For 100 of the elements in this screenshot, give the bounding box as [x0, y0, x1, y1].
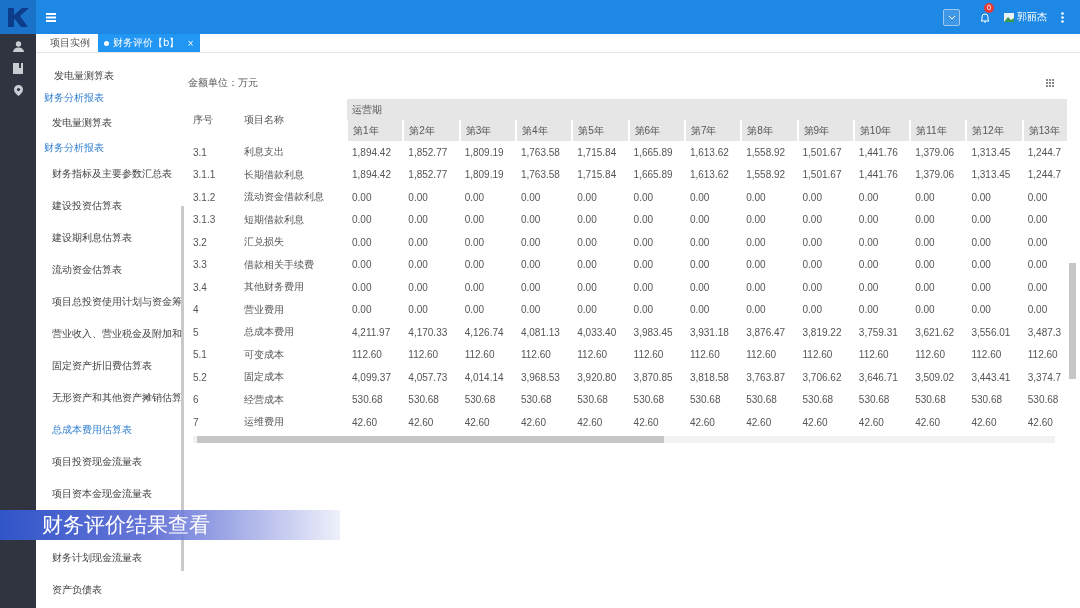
table-cell-text: 4,211.97 [351, 325, 392, 340]
table-cell-text: 0.00 [632, 258, 655, 273]
column-header: 第13年 [1022, 120, 1067, 141]
logo-icon [0, 0, 36, 34]
sidebar-item[interactable]: 资产负债表 [36, 580, 102, 600]
sidebar-item[interactable]: 财务计划现金流量表 [36, 548, 142, 568]
table-cell-text: 1,665.89 [632, 168, 674, 183]
table-cell-text: 0.00 [632, 303, 655, 318]
table-cell-text: 530.68 [1026, 393, 1060, 408]
table-cell-text: 112.60 [632, 348, 665, 363]
table-cell-text: 42.60 [519, 415, 547, 430]
sidebar-item[interactable]: 营业收入、营业税金及附加和 [36, 324, 182, 344]
column-header: 第5年 [572, 120, 629, 141]
table-cell-text: 短期借款利息 [243, 212, 305, 227]
table-cell-text: 0.00 [519, 280, 542, 295]
table-cell: 1,809.19 [459, 141, 516, 164]
table-cell-text: 3,443.41 [970, 370, 1012, 385]
sidebar-item[interactable]: 固定资产折旧费估算表 [36, 356, 152, 376]
dropdown-button[interactable] [943, 8, 960, 26]
table-cell-text: 3.2 [192, 235, 208, 250]
table-cell-text: 0.00 [688, 190, 711, 205]
table-cell-text: 0.00 [970, 303, 992, 318]
table-cell-text: 1,763.58 [519, 168, 561, 183]
table-cell-text: 0.00 [857, 235, 880, 250]
section-header[interactable]: 财务分析报表 [36, 138, 104, 158]
table-cell-text: 4 [192, 303, 200, 318]
table-cell-text: 3,920.80 [576, 370, 618, 385]
table-cell-text: 0.00 [351, 213, 373, 228]
user-icon[interactable] [12, 41, 24, 52]
column-header: 第3年 [459, 120, 516, 141]
table-cell: 1,313.45 [966, 141, 1023, 164]
table-cell: 1,894.42 [347, 141, 404, 164]
table-cell-text: 0.00 [519, 258, 542, 273]
bell-icon[interactable] [980, 11, 990, 23]
table-cell: 1,379.06 [910, 141, 967, 164]
table-cell: 1,558.92 [741, 141, 798, 164]
sidebar-item[interactable]: 项目投资现金流量表 [36, 452, 142, 472]
sidebar-item[interactable]: 项目总投资使用计划与资金筹 [36, 292, 182, 312]
table-cell-text: 0.00 [463, 303, 486, 318]
column-header: 第11年 [910, 120, 967, 141]
column-header: 第12年 [966, 120, 1023, 141]
table-cell-text: 经营成本 [243, 392, 285, 407]
table-cell-text: 4,057.73 [407, 370, 449, 385]
location-icon[interactable] [13, 85, 23, 96]
table-cell: 1,613.62 [684, 141, 742, 164]
table-cell-text: 0.00 [745, 213, 767, 228]
sidebar-item[interactable]: 总成本费用估算表 [36, 420, 132, 440]
table-cell-text: 0.00 [407, 235, 429, 250]
grid-menu-icon[interactable] [1046, 79, 1054, 87]
table-cell-text: 5.1 [192, 348, 208, 363]
horizontal-scrollbar[interactable] [193, 435, 1055, 443]
table-cell-text: 3,931.18 [688, 325, 730, 340]
table-cell-text: 0.00 [632, 235, 655, 250]
sidebar-item[interactable]: 财务指标及主要参数汇总表 [36, 164, 172, 184]
table-cell-text: 42.60 [576, 415, 604, 430]
table-cell-text: 运维费用 [243, 415, 285, 430]
table-cell-text: 42.60 [407, 415, 435, 430]
table-cell-text: 1,313.45 [970, 168, 1012, 183]
sidebar-item[interactable]: 项目资本金现金流量表 [36, 484, 152, 504]
table-cell: 1,665.89 [628, 141, 685, 164]
table-cell-text: 3.1 [192, 145, 208, 160]
table-cell-text: 0.00 [463, 235, 486, 250]
book-icon[interactable] [13, 63, 23, 74]
unit-label: 金额单位：万元 [188, 76, 258, 90]
table-cell-text: 530.68 [519, 393, 553, 408]
table-cell-text: 0.00 [519, 303, 542, 318]
user-name[interactable]: 郭丽杰 [1017, 10, 1047, 24]
table-cell-text: 42.60 [632, 415, 660, 430]
table-cell-text: 3.4 [192, 280, 208, 295]
table-cell-text: 0.00 [857, 280, 880, 295]
table-cell-text: 1,379.06 [914, 168, 956, 183]
sidebar-item[interactable]: 发电量测算表 [36, 113, 112, 133]
table-cell-text: 1,501.67 [801, 168, 843, 183]
table-cell-text: 0.00 [463, 190, 486, 205]
table-cell-text: 0.00 [745, 280, 767, 295]
table-cell-text: 5 [192, 325, 200, 340]
menu-toggle-icon[interactable] [46, 12, 56, 22]
more-icon[interactable] [1061, 11, 1064, 23]
table-cell-text: 0.00 [914, 303, 936, 318]
table-cell-text: 0.00 [576, 280, 598, 295]
sidebar-item[interactable]: 无形资产和其他资产摊销估算 [36, 388, 182, 408]
table-cell-text: 530.68 [576, 393, 609, 408]
table-cell-text: 4,033.40 [576, 325, 618, 340]
table-cell-text: 1,809.19 [463, 168, 505, 183]
table-cell-text: 3,374.7 [1026, 370, 1063, 385]
table-cell-text: 0.00 [407, 213, 429, 228]
table-cell-text: 0.00 [407, 190, 429, 205]
sidebar-item[interactable]: 建设期利息估算表 [36, 228, 132, 248]
table-cell-text: 0.00 [1026, 235, 1049, 250]
table-cell-text: 3.3 [192, 258, 208, 273]
column-group-header: 运营期 [347, 99, 1067, 120]
column-header: 第6年 [628, 120, 685, 141]
table-cell-text: 3,556.01 [970, 325, 1012, 340]
table-cell-text: 0.00 [351, 303, 373, 318]
table-cell-text: 1,244.7 [1026, 168, 1063, 183]
section-header[interactable]: 财务分析报表 [36, 88, 104, 108]
table-cell-text: 42.60 [463, 415, 491, 430]
sidebar-item[interactable]: 流动资金估算表 [36, 260, 122, 280]
sidebar-item[interactable]: 发电量测算表 [36, 66, 114, 86]
sidebar-item[interactable]: 建设投资估算表 [36, 196, 122, 216]
